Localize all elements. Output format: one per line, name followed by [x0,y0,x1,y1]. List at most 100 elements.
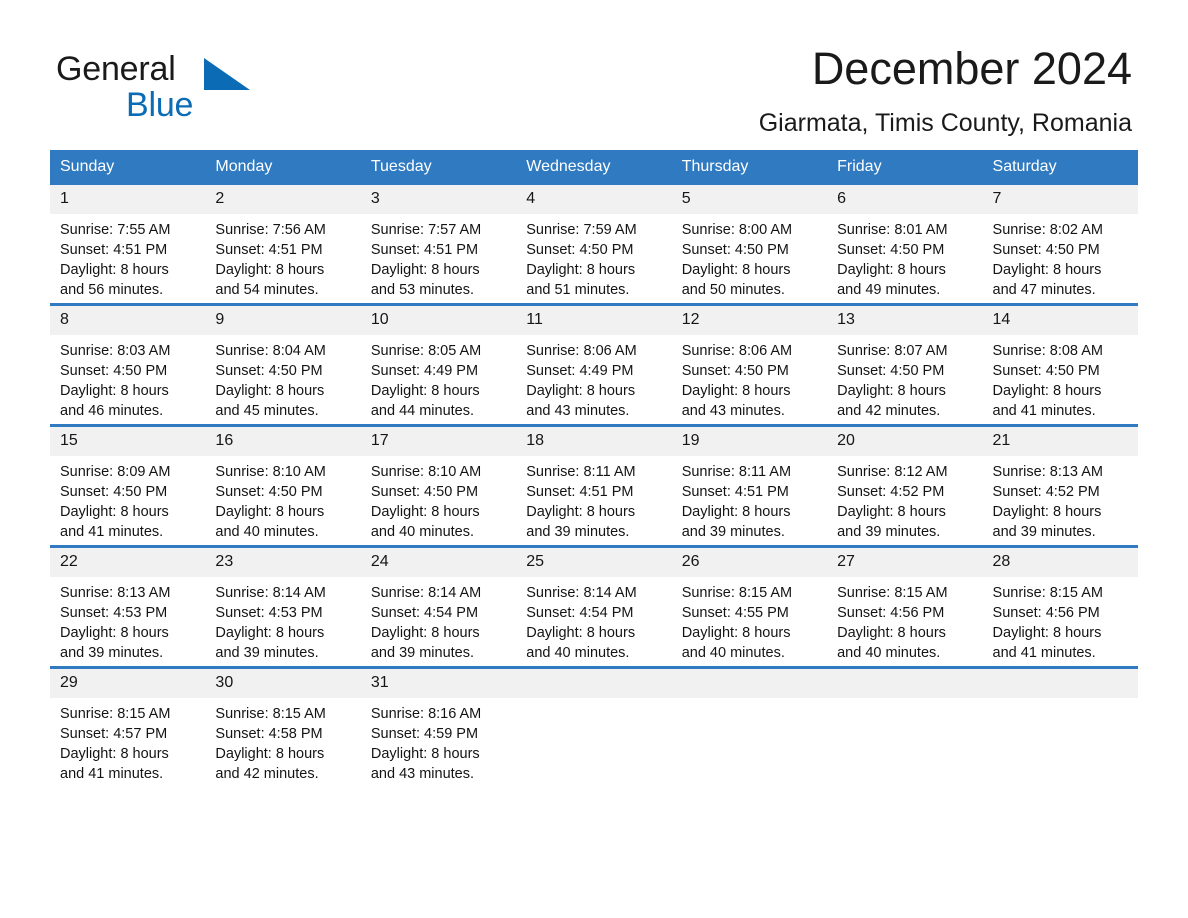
day-number: 20 [827,427,983,456]
daylight-duration-line1: Daylight: 8 hours [681,625,791,641]
day-sun-info: Sunrise: 8:13 AM Sunset: 4:53 PM Daylight:… [50,577,205,663]
day-number: 21 [982,427,1138,456]
calendar-day-cell[interactable]: 15 Sunrise: 8:09 AM Sunset: 4:50 PM Dayligh… [50,424,206,547]
daylight-duration-line1: Daylight: 8 hours [526,625,636,641]
daylight-duration-line2: and 43 minutes. [526,403,630,419]
calendar-day-cell[interactable]: 29 Sunrise: 8:15 AM Sunset: 4:57 PM Dayligh… [50,666,206,787]
sunset-time: Sunset: 4:55 PM [681,605,789,621]
daylight-duration-line2: and 40 minutes. [215,524,319,540]
day-number: 9 [205,306,361,335]
day-sun-info: Sunrise: 8:02 AM Sunset: 4:50 PM Daylight:… [983,214,1138,300]
daylight-duration-line1: Daylight: 8 hours [370,504,480,520]
calendar-day-cell[interactable]: 24 Sunrise: 8:14 AM Sunset: 4:54 PM Dayligh… [360,545,517,668]
sunrise-time: Sunrise: 8:05 AM [370,343,482,359]
sunset-time: Sunset: 4:50 PM [526,242,634,258]
calendar-empty-cell [671,666,828,787]
calendar-day-cell[interactable]: 10 Sunrise: 8:05 AM Sunset: 4:49 PM Dayligh… [360,303,517,426]
daylight-duration-line1: Daylight: 8 hours [60,625,169,641]
daylight-duration-line1: Daylight: 8 hours [992,383,1102,399]
calendar-day-cell[interactable]: 22 Sunrise: 8:13 AM Sunset: 4:53 PM Dayligh… [50,545,206,668]
calendar-day-cell[interactable]: 1 Sunrise: 7:55 AM Sunset: 4:51 PM Daylight… [50,185,206,305]
sunrise-time: Sunrise: 7:57 AM [370,222,482,238]
day-number: 29 [50,669,206,698]
calendar-week-row: 1 Sunrise: 7:55 AM Sunset: 4:51 PM Daylight… [50,185,1138,305]
weekday-header-monday: Monday [205,150,361,185]
sunset-time: Sunset: 4:50 PM [370,484,479,500]
daylight-duration-line2: and 41 minutes. [60,766,164,782]
daylight-duration-line2: and 44 minutes. [370,403,475,419]
calendar-day-cell[interactable]: 25 Sunrise: 8:14 AM Sunset: 4:54 PM Dayligh… [516,545,672,668]
day-number: 11 [516,306,672,335]
daylight-duration-line2: and 56 minutes. [60,282,164,298]
calendar-day-cell[interactable]: 2 Sunrise: 7:56 AM Sunset: 4:51 PM Daylight… [205,185,361,305]
calendar-day-cell[interactable]: 23 Sunrise: 8:14 AM Sunset: 4:53 PM Dayligh… [205,545,361,668]
day-sun-info: Sunrise: 8:07 AM Sunset: 4:50 PM Daylight:… [827,335,982,421]
calendar-day-cell[interactable]: 4 Sunrise: 7:59 AM Sunset: 4:50 PM Daylight… [516,185,672,305]
sunset-time: Sunset: 4:53 PM [60,605,168,621]
day-number: 2 [205,185,361,214]
calendar-day-cell[interactable]: 17 Sunrise: 8:10 AM Sunset: 4:50 PM Dayligh… [360,424,517,547]
sunrise-time: Sunrise: 8:01 AM [837,222,948,238]
sunrise-time: Sunrise: 8:11 AM [526,464,636,480]
daylight-duration-line2: and 41 minutes. [60,524,164,540]
daylight-duration-line1: Daylight: 8 hours [215,262,325,278]
sunrise-time: Sunrise: 8:06 AM [681,343,793,359]
daylight-duration-line2: and 42 minutes. [837,403,941,419]
sunset-time: Sunset: 4:50 PM [837,242,945,258]
calendar-day-cell[interactable]: 7 Sunrise: 8:02 AM Sunset: 4:50 PM Daylight… [982,185,1138,305]
daylight-duration-line2: and 39 minutes. [60,645,164,661]
sunrise-time: Sunrise: 8:11 AM [681,464,792,480]
calendar-day-cell[interactable]: 28 Sunrise: 8:15 AM Sunset: 4:56 PM Dayligh… [982,545,1138,668]
day-sun-info: Sunrise: 8:01 AM Sunset: 4:50 PM Daylight:… [827,214,982,300]
calendar-day-cell[interactable]: 26 Sunrise: 8:15 AM Sunset: 4:55 PM Dayligh… [671,545,828,668]
daylight-duration-line2: and 39 minutes. [837,524,941,540]
day-number: 7 [982,185,1138,214]
day-number: 25 [516,548,672,577]
calendar-day-cell[interactable]: 18 Sunrise: 8:11 AM Sunset: 4:51 PM Dayligh… [516,424,672,547]
calendar-day-cell[interactable]: 3 Sunrise: 7:57 AM Sunset: 4:51 PM Daylight… [360,185,517,305]
calendar-day-cell[interactable]: 12 Sunrise: 8:06 AM Sunset: 4:50 PM Dayligh… [671,303,828,426]
calendar-day-cell[interactable]: 11 Sunrise: 8:06 AM Sunset: 4:49 PM Dayligh… [516,303,672,426]
calendar-day-cell[interactable]: 21 Sunrise: 8:13 AM Sunset: 4:52 PM Dayligh… [982,424,1138,547]
sunset-time: Sunset: 4:49 PM [370,363,479,379]
day-sun-info: Sunrise: 8:11 AM Sunset: 4:51 PM Daylight:… [516,456,671,542]
calendar-day-cell[interactable]: 19 Sunrise: 8:11 AM Sunset: 4:51 PM Dayligh… [671,424,828,547]
calendar-day-cell[interactable]: 13 Sunrise: 8:07 AM Sunset: 4:50 PM Dayligh… [827,303,983,426]
calendar-day-cell[interactable]: 20 Sunrise: 8:12 AM Sunset: 4:52 PM Dayligh… [827,424,983,547]
sunset-time: Sunset: 4:50 PM [681,242,789,258]
day-number: 10 [360,306,517,335]
calendar-day-cell[interactable]: 6 Sunrise: 8:01 AM Sunset: 4:50 PM Daylight… [827,185,983,305]
day-sun-info: Sunrise: 8:08 AM Sunset: 4:50 PM Daylight:… [983,335,1138,421]
calendar-day-cell[interactable]: 8 Sunrise: 8:03 AM Sunset: 4:50 PM Daylight… [50,303,206,426]
calendar-day-cell[interactable]: 31 Sunrise: 8:16 AM Sunset: 4:59 PM Dayligh… [360,666,517,787]
daylight-duration-line2: and 47 minutes. [992,282,1096,298]
calendar-day-cell[interactable]: 14 Sunrise: 8:08 AM Sunset: 4:50 PM Dayligh… [982,303,1138,426]
day-number: 30 [205,669,361,698]
sunset-time: Sunset: 4:52 PM [992,484,1100,500]
daylight-duration-line2: and 40 minutes. [370,524,475,540]
sunrise-time: Sunrise: 7:56 AM [215,222,326,238]
daylight-duration-line1: Daylight: 8 hours [526,383,636,399]
day-sun-info: Sunrise: 8:00 AM Sunset: 4:50 PM Daylight:… [672,214,827,300]
day-sun-info: Sunrise: 7:57 AM Sunset: 4:51 PM Daylight:… [361,214,516,300]
calendar-day-cell[interactable]: 5 Sunrise: 8:00 AM Sunset: 4:50 PM Daylight… [671,185,828,305]
day-number [671,669,828,698]
calendar-day-cell[interactable]: 9 Sunrise: 8:04 AM Sunset: 4:50 PM Daylight… [205,303,361,426]
sunset-time: Sunset: 4:52 PM [837,484,945,500]
page-title: December 2024 [811,43,1132,94]
calendar-day-cell[interactable]: 27 Sunrise: 8:15 AM Sunset: 4:56 PM Dayligh… [827,545,983,668]
triangle-flag-icon [204,58,250,90]
sunrise-time: Sunrise: 8:16 AM [370,706,482,722]
calendar-day-cell[interactable]: 16 Sunrise: 8:10 AM Sunset: 4:50 PM Dayligh… [205,424,361,547]
day-number [827,669,983,698]
sunrise-time: Sunrise: 8:10 AM [215,464,326,480]
day-number: 6 [827,185,983,214]
general-blue-logo[interactable]: General Blue [56,44,316,128]
sunrise-time: Sunrise: 8:12 AM [837,464,948,480]
sunrise-time: Sunrise: 8:10 AM [370,464,482,480]
sunset-time: Sunset: 4:50 PM [215,363,323,379]
sunset-time: Sunset: 4:59 PM [370,726,479,742]
calendar-day-cell[interactable]: 30 Sunrise: 8:15 AM Sunset: 4:58 PM Dayligh… [205,666,361,787]
daylight-duration-line2: and 42 minutes. [215,766,319,782]
day-number: 8 [50,306,206,335]
